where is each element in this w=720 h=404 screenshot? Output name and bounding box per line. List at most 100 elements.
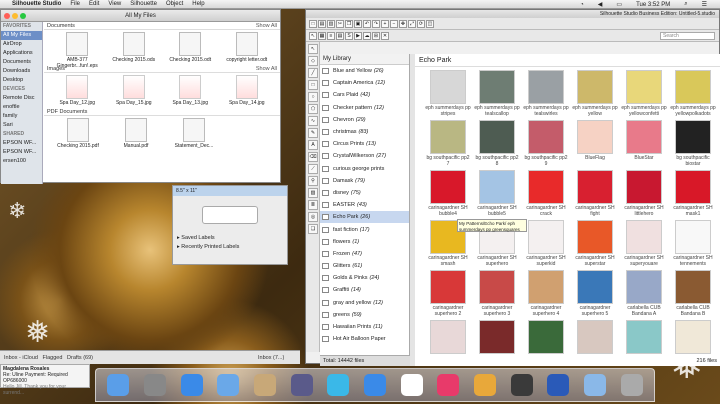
library-folder[interactable]: Golds & Pinks (24) <box>320 272 409 284</box>
sidebar-item[interactable]: Sari <box>1 121 42 130</box>
calendar-icon[interactable] <box>400 374 423 396</box>
send-icon[interactable]: ▶ <box>354 31 362 40</box>
fit-icon[interactable]: ⤢ <box>408 19 416 28</box>
design-tile[interactable]: bg southpacific pp2 9 <box>523 120 569 174</box>
design-tile[interactable]: carinagardner SH bubble4 <box>425 170 471 224</box>
design-tile[interactable]: eph summerdays pp yellowpolkadots <box>670 70 716 124</box>
design-tile[interactable] <box>621 320 667 374</box>
pointer-icon[interactable]: ↖ <box>308 44 318 54</box>
menu-silhouette[interactable]: Silhouette <box>130 1 157 7</box>
sidebar-item[interactable]: Documents <box>1 58 42 67</box>
minimize-button[interactable] <box>12 13 18 19</box>
library-folder[interactable]: CrystalWilkerson (27) <box>320 150 409 162</box>
label-preview[interactable] <box>202 206 258 224</box>
file-item[interactable]: Spa Day_12.jpg <box>52 75 103 106</box>
contacts-icon[interactable] <box>253 374 276 396</box>
library-header[interactable]: My Library <box>320 54 409 65</box>
menu-view[interactable]: View <box>108 1 121 7</box>
file-item[interactable]: Manual.pdf <box>110 118 162 149</box>
design-tile[interactable]: carlabella CUB Bandana A <box>621 270 667 324</box>
library-folder[interactable]: Chevron (29) <box>320 114 409 126</box>
cloud-icon[interactable]: ☁ <box>363 31 371 40</box>
battery-icon[interactable]: ▭ <box>616 1 622 8</box>
polygon-icon[interactable]: ⬠ <box>308 104 318 114</box>
show-all-link[interactable]: Show All <box>256 65 277 73</box>
zoom-in-icon[interactable]: + <box>381 19 389 28</box>
design-tile[interactable]: carinagardner superhero 3 <box>474 270 520 324</box>
search-icon[interactable]: ⌕ <box>684 1 687 8</box>
text-icon[interactable]: A <box>308 140 318 150</box>
clock[interactable]: Tue 3:52 PM <box>636 2 670 8</box>
file-item[interactable]: Checking 2015.pdf <box>52 118 104 149</box>
layers-icon[interactable]: ≣ <box>308 200 318 210</box>
design-tile[interactable] <box>670 320 716 374</box>
word-icon[interactable] <box>547 374 570 396</box>
cut-icon[interactable]: ✂ <box>336 19 344 28</box>
file-item[interactable]: copyright letter.odt <box>222 32 273 63</box>
itunes-icon[interactable] <box>437 374 460 396</box>
sidebar-item[interactable]: AirDrop <box>1 40 42 49</box>
edit-points-icon[interactable]: ◇ <box>308 56 318 66</box>
library-folder[interactable]: Circus Prints (13) <box>320 138 409 150</box>
library-folder[interactable]: greens (59) <box>320 309 409 321</box>
group-icon[interactable]: ◫ <box>426 19 434 28</box>
silhouette-icon[interactable] <box>327 374 350 396</box>
sidebar-item[interactable]: enoftle <box>1 103 42 112</box>
mail-inbox[interactable]: Inbox (7...) <box>258 351 284 365</box>
design-tile[interactable] <box>425 320 471 374</box>
design-tile[interactable]: carinagardner SH tennements <box>670 220 716 274</box>
design-tile[interactable]: carinagardner SH littlehero <box>621 170 667 224</box>
launchpad-icon[interactable] <box>143 374 166 396</box>
design-tile[interactable]: carinagardner superhero 2 <box>425 270 471 324</box>
eraser-icon[interactable]: ⌫ <box>308 152 318 162</box>
save-icon[interactable]: ▥ <box>327 19 335 28</box>
file-item[interactable]: Checking 2015.ods <box>109 32 160 63</box>
design-tile[interactable] <box>474 320 520 374</box>
file-item[interactable]: Statement_Dec... <box>168 118 220 149</box>
library-folder[interactable]: EASTER (43) <box>320 199 409 211</box>
library-folder[interactable]: Cars Plaid (42) <box>320 89 409 101</box>
design-tile[interactable]: carinagardner SH superyouare <box>621 220 667 274</box>
store-icon[interactable]: S <box>345 31 353 40</box>
library-folder[interactable]: Graffiti (14) <box>320 284 409 296</box>
volume-icon[interactable]: ◀ <box>598 1 603 8</box>
delete-icon[interactable]: ✕ <box>381 31 389 40</box>
new-icon[interactable]: □ <box>309 19 317 28</box>
trash-icon[interactable] <box>620 374 643 396</box>
sidebar-item[interactable]: Applications <box>1 49 42 58</box>
finder-icon[interactable] <box>107 374 130 396</box>
photos-icon[interactable] <box>473 374 496 396</box>
design-tile[interactable]: carinagardner SH mask1 <box>670 170 716 224</box>
design-tile[interactable]: BlueStar <box>621 120 667 174</box>
sidebar-item[interactable]: All My Files <box>1 31 42 40</box>
search-input[interactable]: Search <box>660 31 715 40</box>
library-folder[interactable]: Checker pattern (12) <box>320 102 409 114</box>
file-item[interactable]: AMB-377 Gingerbr...fun!.eps <box>52 32 103 69</box>
sidebar-item[interactable]: Downloads <box>1 67 42 76</box>
design-tile[interactable]: bg southpacific pp2 7 <box>425 120 471 174</box>
paste-icon[interactable]: ▣ <box>354 19 362 28</box>
mail-flagged[interactable]: Flagged <box>43 355 63 361</box>
library-folder[interactable]: Blue and Yellow (26) <box>320 65 409 77</box>
imovie-icon[interactable] <box>290 374 313 396</box>
library-folder[interactable]: Frozen (47) <box>320 248 409 260</box>
line-icon[interactable]: ╱ <box>308 68 318 78</box>
undo-icon[interactable]: ↶ <box>363 19 371 28</box>
menu-app-name[interactable]: Silhouette Studio <box>12 1 61 7</box>
library-icon[interactable]: ▤ <box>336 31 344 40</box>
appstore-icon[interactable] <box>363 374 386 396</box>
file-item[interactable]: Spa Day_13.jpg <box>165 75 216 106</box>
sidebar-item[interactable]: ersen100 <box>1 157 42 166</box>
file-item[interactable]: Checking 2015.odt <box>165 32 216 63</box>
library-folder[interactable]: curious george prints <box>320 163 409 175</box>
show-all-link[interactable]: Show All <box>256 22 277 30</box>
design-tile[interactable]: BlueFlag <box>572 120 618 174</box>
design-tile[interactable]: eph summerdays pp tealscallop <box>474 70 520 124</box>
knife-icon[interactable]: ⟋ <box>308 164 318 174</box>
design-tile[interactable]: carlabella CUB Bandana B <box>670 270 716 324</box>
menu-object[interactable]: Object <box>166 1 183 7</box>
open-icon[interactable]: ▤ <box>318 19 326 28</box>
trace-icon[interactable]: ◎ <box>308 212 318 222</box>
rotate-icon[interactable]: ⟳ <box>417 19 425 28</box>
design-tile[interactable]: bg southpacific biostar <box>670 120 716 174</box>
